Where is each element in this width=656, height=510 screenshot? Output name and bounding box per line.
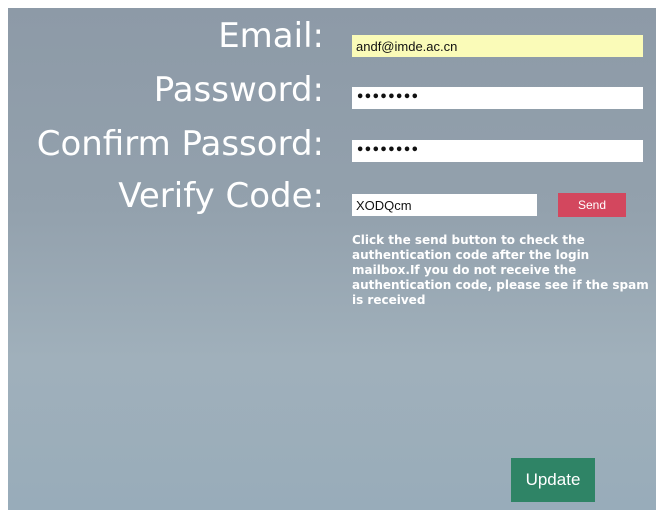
password-label: Password:: [153, 70, 324, 110]
verify-code-field[interactable]: [352, 194, 537, 216]
send-button[interactable]: Send: [558, 193, 626, 217]
password-mask: ••••••••: [356, 90, 419, 105]
confirm-password-mask: ••••••••: [356, 143, 419, 158]
email-field[interactable]: [352, 35, 643, 57]
confirm-password-label: Confirm Passord:: [36, 124, 324, 164]
update-button[interactable]: Update: [511, 458, 595, 502]
email-label: Email:: [218, 16, 324, 56]
hint-text: Click the send button to check the authe…: [352, 233, 649, 307]
verify-code-label: Verify Code:: [118, 176, 324, 216]
